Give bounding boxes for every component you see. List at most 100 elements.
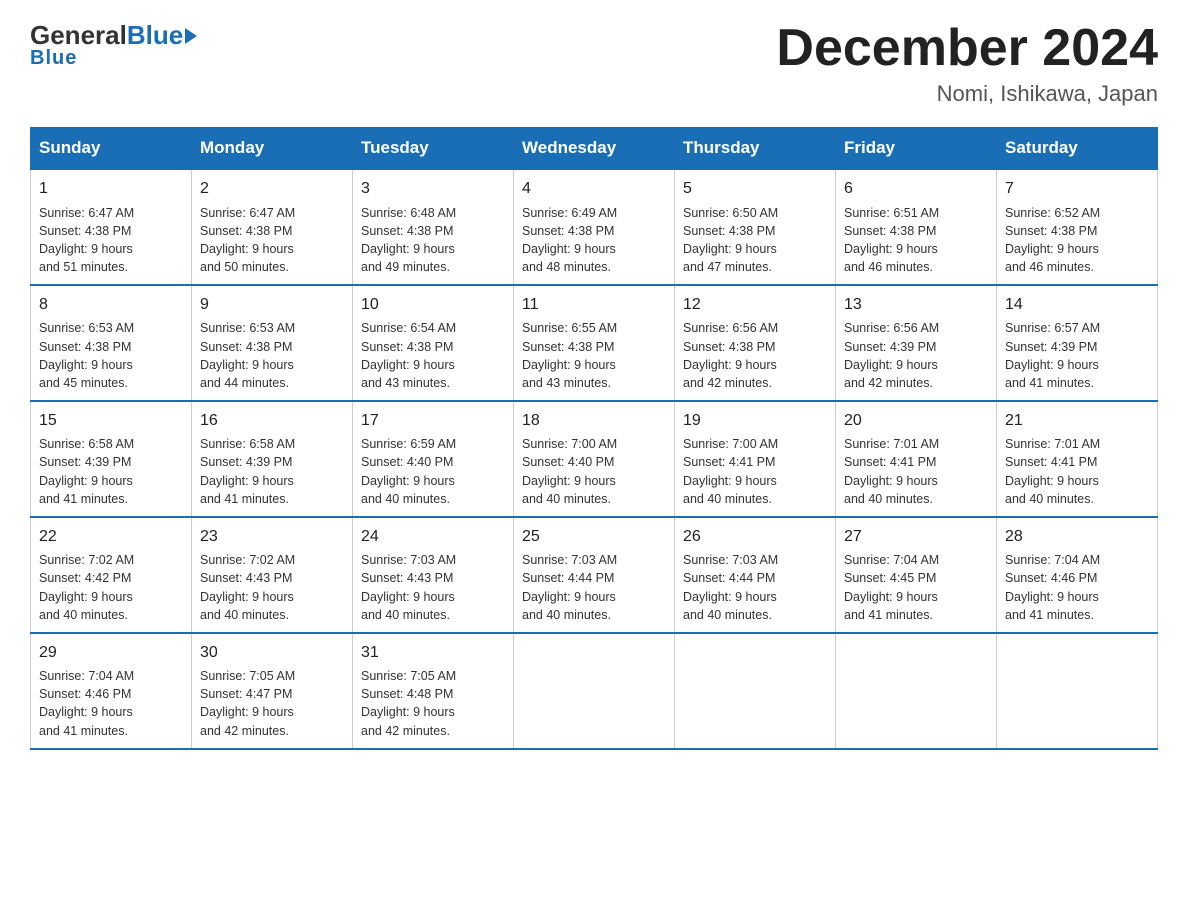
day-number: 12 <box>683 294 827 316</box>
day-info: Sunrise: 7:05 AMSunset: 4:47 PMDaylight:… <box>200 667 344 740</box>
table-row: 9 Sunrise: 6:53 AMSunset: 4:38 PMDaylight… <box>192 285 353 401</box>
day-info: Sunrise: 7:00 AMSunset: 4:41 PMDaylight:… <box>683 435 827 508</box>
day-number: 11 <box>522 294 666 316</box>
day-number: 8 <box>39 294 183 316</box>
day-info: Sunrise: 7:01 AMSunset: 4:41 PMDaylight:… <box>1005 435 1149 508</box>
day-number: 5 <box>683 178 827 200</box>
day-number: 4 <box>522 178 666 200</box>
day-number: 25 <box>522 526 666 548</box>
day-info: Sunrise: 6:47 AMSunset: 4:38 PMDaylight:… <box>39 204 183 277</box>
day-number: 18 <box>522 410 666 432</box>
table-row: 14 Sunrise: 6:57 AMSunset: 4:39 PMDayligh… <box>997 285 1158 401</box>
day-number: 2 <box>200 178 344 200</box>
table-row: 13 Sunrise: 6:56 AMSunset: 4:39 PMDayligh… <box>836 285 997 401</box>
day-number: 28 <box>1005 526 1149 548</box>
day-number: 10 <box>361 294 505 316</box>
table-row: 7Sunrise: 6:52 AMSunset: 4:38 PMDaylight… <box>997 169 1158 285</box>
header-friday: Friday <box>836 128 997 170</box>
table-row: 19Sunrise: 7:00 AMSunset: 4:41 PMDayligh… <box>675 401 836 517</box>
day-info: Sunrise: 7:02 AMSunset: 4:42 PMDaylight:… <box>39 551 183 624</box>
header-tuesday: Tuesday <box>353 128 514 170</box>
table-row: 18 Sunrise: 7:00 AMSunset: 4:40 PMDayligh… <box>514 401 675 517</box>
day-info: Sunrise: 6:47 AMSunset: 4:38 PMDaylight:… <box>200 204 344 277</box>
day-number: 24 <box>361 526 505 548</box>
table-row: 6Sunrise: 6:51 AMSunset: 4:38 PMDaylight… <box>836 169 997 285</box>
table-row <box>514 633 675 749</box>
day-number: 20 <box>844 410 988 432</box>
header-wednesday: Wednesday <box>514 128 675 170</box>
table-row <box>997 633 1158 749</box>
table-row: 16Sunrise: 6:58 AMSunset: 4:39 PMDayligh… <box>192 401 353 517</box>
day-number: 31 <box>361 642 505 664</box>
day-number: 9 <box>200 294 344 316</box>
logo: General Blue Blue <box>30 20 197 70</box>
day-info: Sunrise: 7:01 AMSunset: 4:41 PMDaylight:… <box>844 435 988 508</box>
day-info: Sunrise: 7:05 AMSunset: 4:48 PMDaylight:… <box>361 667 505 740</box>
table-row: 1 Sunrise: 6:47 AMSunset: 4:38 PMDaylight… <box>31 169 192 285</box>
table-row: 4 Sunrise: 6:49 AMSunset: 4:38 PMDaylight… <box>514 169 675 285</box>
day-info: Sunrise: 6:58 AMSunset: 4:39 PMDaylight:… <box>200 435 344 508</box>
calendar-week-4: 22 Sunrise: 7:02 AMSunset: 4:42 PMDayligh… <box>31 517 1158 633</box>
day-number: 13 <box>844 294 988 316</box>
table-row: 25 Sunrise: 7:03 AMSunset: 4:44 PMDayligh… <box>514 517 675 633</box>
table-row: 2 Sunrise: 6:47 AMSunset: 4:38 PMDaylight… <box>192 169 353 285</box>
day-number: 22 <box>39 526 183 548</box>
page-header: General Blue Blue December 2024 Nomi, Is… <box>30 20 1158 107</box>
table-row: 17Sunrise: 6:59 AMSunset: 4:40 PMDayligh… <box>353 401 514 517</box>
location: Nomi, Ishikawa, Japan <box>776 81 1158 107</box>
day-number: 15 <box>39 410 183 432</box>
header-saturday: Saturday <box>997 128 1158 170</box>
day-number: 3 <box>361 178 505 200</box>
table-row: 31 Sunrise: 7:05 AMSunset: 4:48 PMDayligh… <box>353 633 514 749</box>
logo-underline: Blue <box>30 47 77 70</box>
calendar-week-1: 1 Sunrise: 6:47 AMSunset: 4:38 PMDaylight… <box>31 169 1158 285</box>
day-number: 1 <box>39 178 183 200</box>
table-row: 21 Sunrise: 7:01 AMSunset: 4:41 PMDayligh… <box>997 401 1158 517</box>
table-row: 20 Sunrise: 7:01 AMSunset: 4:41 PMDayligh… <box>836 401 997 517</box>
day-number: 14 <box>1005 294 1149 316</box>
table-row: 5Sunrise: 6:50 AMSunset: 4:38 PMDaylight… <box>675 169 836 285</box>
day-info: Sunrise: 6:55 AMSunset: 4:38 PMDaylight:… <box>522 319 666 392</box>
table-row: 24 Sunrise: 7:03 AMSunset: 4:43 PMDayligh… <box>353 517 514 633</box>
table-row: 29Sunrise: 7:04 AMSunset: 4:46 PMDayligh… <box>31 633 192 749</box>
day-info: Sunrise: 6:48 AMSunset: 4:38 PMDaylight:… <box>361 204 505 277</box>
calendar-table: Sunday Monday Tuesday Wednesday Thursday… <box>30 127 1158 749</box>
day-info: Sunrise: 6:54 AMSunset: 4:38 PMDaylight:… <box>361 319 505 392</box>
table-row <box>675 633 836 749</box>
day-info: Sunrise: 7:03 AMSunset: 4:43 PMDaylight:… <box>361 551 505 624</box>
table-row: 22 Sunrise: 7:02 AMSunset: 4:42 PMDayligh… <box>31 517 192 633</box>
day-info: Sunrise: 6:56 AMSunset: 4:38 PMDaylight:… <box>683 319 827 392</box>
day-info: Sunrise: 7:03 AMSunset: 4:44 PMDaylight:… <box>683 551 827 624</box>
day-info: Sunrise: 6:53 AMSunset: 4:38 PMDaylight:… <box>200 319 344 392</box>
day-number: 30 <box>200 642 344 664</box>
day-info: Sunrise: 7:02 AMSunset: 4:43 PMDaylight:… <box>200 551 344 624</box>
title-section: December 2024 Nomi, Ishikawa, Japan <box>776 20 1158 107</box>
table-row: 8 Sunrise: 6:53 AMSunset: 4:38 PMDaylight… <box>31 285 192 401</box>
calendar-week-3: 15 Sunrise: 6:58 AMSunset: 4:39 PMDayligh… <box>31 401 1158 517</box>
logo-blue-part: Blue <box>127 20 183 51</box>
table-row: 27Sunrise: 7:04 AMSunset: 4:45 PMDayligh… <box>836 517 997 633</box>
table-row: 15Sunrise: 6:58 AMSunset: 4:39 PMDayligh… <box>31 401 192 517</box>
table-row <box>836 633 997 749</box>
calendar-header-row: Sunday Monday Tuesday Wednesday Thursday… <box>31 128 1158 170</box>
day-info: Sunrise: 7:00 AMSunset: 4:40 PMDaylight:… <box>522 435 666 508</box>
day-info: Sunrise: 6:49 AMSunset: 4:38 PMDaylight:… <box>522 204 666 277</box>
table-row: 3 Sunrise: 6:48 AMSunset: 4:38 PMDaylight… <box>353 169 514 285</box>
calendar-week-2: 8 Sunrise: 6:53 AMSunset: 4:38 PMDaylight… <box>31 285 1158 401</box>
day-info: Sunrise: 6:57 AMSunset: 4:39 PMDaylight:… <box>1005 319 1149 392</box>
day-info: Sunrise: 6:53 AMSunset: 4:38 PMDaylight:… <box>39 319 183 392</box>
header-thursday: Thursday <box>675 128 836 170</box>
table-row: 12 Sunrise: 6:56 AMSunset: 4:38 PMDayligh… <box>675 285 836 401</box>
month-title: December 2024 <box>776 20 1158 77</box>
day-info: Sunrise: 7:03 AMSunset: 4:44 PMDaylight:… <box>522 551 666 624</box>
day-info: Sunrise: 6:59 AMSunset: 4:40 PMDaylight:… <box>361 435 505 508</box>
day-info: Sunrise: 6:56 AMSunset: 4:39 PMDaylight:… <box>844 319 988 392</box>
day-info: Sunrise: 6:52 AMSunset: 4:38 PMDaylight:… <box>1005 204 1149 277</box>
logo-arrow-icon <box>185 28 197 44</box>
day-info: Sunrise: 7:04 AMSunset: 4:45 PMDaylight:… <box>844 551 988 624</box>
day-number: 26 <box>683 526 827 548</box>
day-number: 21 <box>1005 410 1149 432</box>
header-monday: Monday <box>192 128 353 170</box>
table-row: 23Sunrise: 7:02 AMSunset: 4:43 PMDayligh… <box>192 517 353 633</box>
day-info: Sunrise: 7:04 AMSunset: 4:46 PMDaylight:… <box>39 667 183 740</box>
